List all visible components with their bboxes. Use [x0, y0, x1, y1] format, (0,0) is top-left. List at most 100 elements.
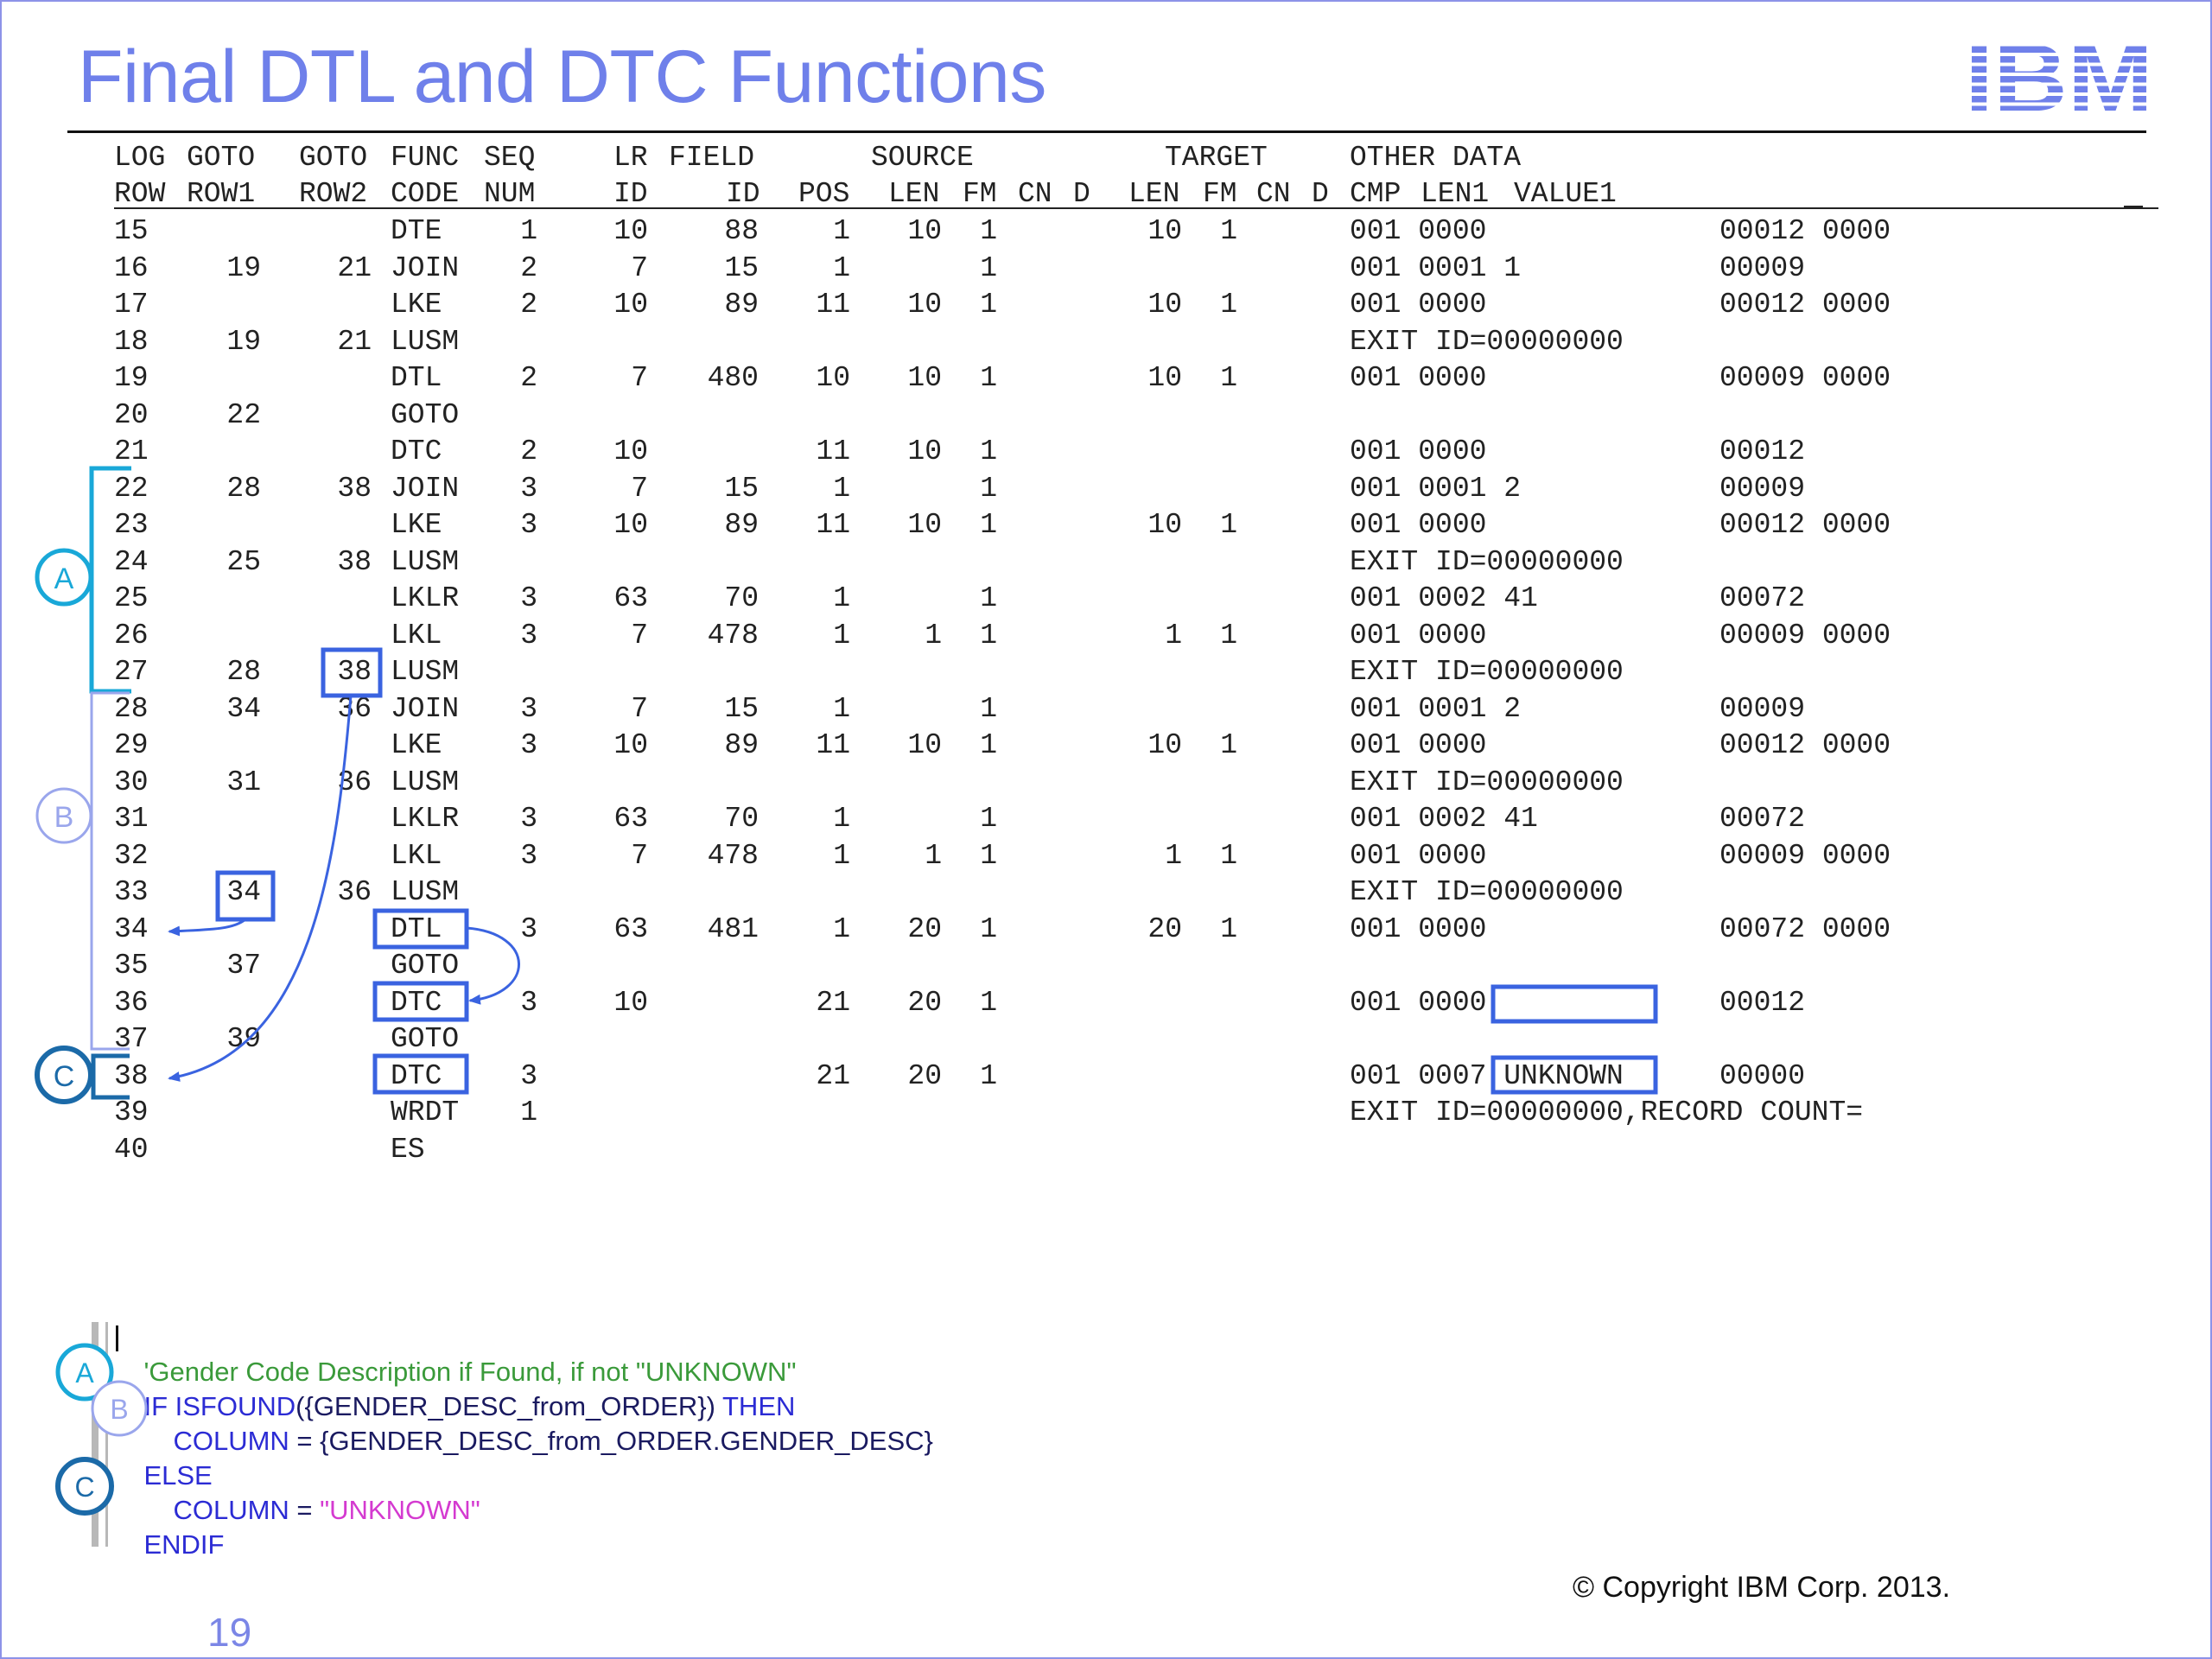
cell-other-data: 001 0000 — [1350, 619, 1487, 652]
cell-func-code: LUSM — [391, 766, 460, 798]
cell-goto-row2: 38 — [337, 545, 372, 578]
cell-other-data: 001 0000 — [1350, 986, 1487, 1019]
cell-func-code: GOTO — [391, 950, 460, 982]
slide-title: Final DTL and DTC Functions — [78, 35, 1046, 118]
cell-other-data: 001 0002 41 — [1350, 582, 1538, 614]
cell-src-fm: 1 — [980, 251, 997, 284]
cell-func-code: LUSM — [391, 656, 460, 688]
hdr-goto1: GOTO — [187, 142, 256, 174]
code-column-expr: = {GENDER_DESC_from_ORDER.GENDER_DESC} — [296, 1426, 933, 1456]
cell-other-data: 001 0002 41 — [1350, 803, 1538, 835]
cell-other-data: 001 0000 — [1350, 215, 1487, 247]
cell-other-data: 001 0000 — [1350, 435, 1487, 467]
table-row: 34 DTL 3 63 481 1 20 1 20 1 001 0000 00072 0000 — [0, 912, 2212, 948]
cell-other-tail: 00009 — [1719, 692, 1806, 725]
cell-tgt-fm: 1 — [1220, 362, 1237, 394]
cell-src-fm: 1 — [980, 472, 997, 505]
hdr-target: TARGET — [1165, 142, 1268, 174]
cell-goto-row2: 38 — [337, 472, 372, 505]
header-underline — [114, 207, 2158, 209]
cell-func-code: LUSM — [391, 876, 460, 908]
table-row: 33 34 36 LUSM EXIT ID=00000000 — [0, 874, 2212, 911]
title-divider — [67, 130, 2146, 133]
cell-log-row: 36 — [114, 986, 149, 1019]
page-number: 19 — [207, 1610, 252, 1655]
cell-other-tail: 00072 — [1719, 582, 1806, 614]
header-line-1: LOG GOTO GOTO FUNC SEQ LR FIELD SOURCE T… — [0, 140, 2212, 176]
cell-goto-row1: 22 — [226, 398, 261, 431]
text-cursor — [116, 1325, 118, 1351]
cell-other-data: 001 0000 — [1350, 289, 1487, 321]
cell-log-row: 19 — [114, 362, 149, 394]
cell-log-row: 32 — [114, 839, 149, 872]
cell-src-fm: 1 — [980, 839, 997, 872]
cell-func-code: LUSM — [391, 325, 460, 358]
logic-text-code: 'Gender Code Description if Found, if no… — [114, 1320, 932, 1562]
cell-func-code: GOTO — [391, 1023, 460, 1055]
table-row: 24 25 38 LUSM EXIT ID=00000000 — [0, 544, 2212, 581]
table-row: 22 28 38 JOIN 3 7 15 1 1 001 0001 2 00009 — [0, 471, 2212, 507]
cell-log-row: 40 — [114, 1133, 149, 1166]
cell-src-fm: 1 — [980, 289, 997, 321]
cell-other-tail: 00009 0000 — [1719, 839, 1891, 872]
cell-other-tail: 00012 — [1719, 986, 1806, 1019]
cell-src-fm: 1 — [980, 692, 997, 725]
cell-tgt-fm: 1 — [1220, 729, 1237, 761]
cell-tgt-fm: 1 — [1220, 215, 1237, 247]
cell-log-row: 39 — [114, 1096, 149, 1128]
table-row: 36 DTC 3 10 21 20 1 001 0000 00012 — [0, 985, 2212, 1021]
cell-other-tail: 00009 — [1719, 251, 1806, 284]
hdr-goto2: GOTO — [299, 142, 368, 174]
table-row: 17 LKE 2 10 89 11 10 1 10 1 001 0000 00012 0000 — [0, 287, 2212, 323]
table-row: 23 LKE 3 10 89 11 10 1 10 1 001 0000 00012 0000 — [0, 507, 2212, 543]
table-row: 40 ES — [0, 1132, 2212, 1168]
table-row: 21 DTC 2 10 11 10 1 001 0000 00012 — [0, 434, 2212, 470]
cell-log-row: 25 — [114, 582, 149, 614]
cell-goto-row2: 21 — [337, 325, 372, 358]
cell-src-fm: 1 — [980, 1059, 997, 1092]
table-row: 20 22 GOTO — [0, 397, 2212, 434]
hdr-other-data: OTHER DATA — [1350, 142, 1522, 174]
table-row: 28 34 36 JOIN 3 7 15 1 1 001 0001 2 00009 — [0, 691, 2212, 728]
cell-goto-row2: 36 — [337, 876, 372, 908]
cell-other-data: 001 0000 — [1350, 912, 1487, 945]
cell-tgt-fm: 1 — [1220, 619, 1237, 652]
hdr-func: FUNC — [391, 142, 460, 174]
cell-other-data: 001 0001 2 — [1350, 692, 1522, 725]
cell-other-data: 001 0000 — [1350, 729, 1487, 761]
cell-log-row: 15 — [114, 215, 149, 247]
cell-src-fm: 1 — [980, 912, 997, 945]
cell-other-data: EXIT ID=00000000 — [1350, 766, 1624, 798]
cell-other-data: 001 0000 — [1350, 509, 1487, 541]
copyright-notice: © Copyright IBM Corp. 2013. — [1573, 1571, 1951, 1604]
cell-other-tail: 00000 — [1719, 1059, 1806, 1092]
editor-gutter — [92, 1322, 99, 1547]
table-row: 37 39 GOTO — [0, 1021, 2212, 1058]
hdr-lr: LR — [613, 142, 648, 174]
hdr-log: LOG — [114, 142, 166, 174]
cell-log-row: 34 — [114, 912, 149, 945]
cell-func-code: LUSM — [391, 545, 460, 578]
cell-seq-num: 1 — [520, 1096, 537, 1128]
table-row: 35 37 GOTO — [0, 948, 2212, 984]
editor-gutter-line — [105, 1322, 108, 1547]
cell-other-data: 001 0000 — [1350, 362, 1487, 394]
cell-goto-row2: 36 — [337, 692, 372, 725]
cell-log-row: 17 — [114, 289, 149, 321]
code-column2-eq: = — [296, 1495, 313, 1525]
hdr-seq: SEQ — [484, 142, 536, 174]
cell-other-data: EXIT ID=00000000 — [1350, 325, 1624, 358]
cell-other-data: 001 0000 — [1350, 839, 1487, 872]
cell-goto-row2: 21 — [337, 251, 372, 284]
cell-other-data: EXIT ID=00000000 — [1350, 656, 1624, 688]
cell-other-data: 001 0007 UNKNOWN — [1350, 1059, 1624, 1092]
cell-goto-row2: 36 — [337, 766, 372, 798]
cell-lr-id: 10 — [613, 986, 648, 1019]
table-row: 29 LKE 3 10 89 11 10 1 10 1 001 0000 00012 0000 — [0, 728, 2212, 764]
cell-log-row: 38 — [114, 1059, 149, 1092]
cell-other-tail: 00072 0000 — [1719, 912, 1891, 945]
cell-src-fm: 1 — [980, 435, 997, 467]
cell-other-tail: 00009 — [1719, 472, 1806, 505]
cell-other-tail: 00012 0000 — [1719, 289, 1891, 321]
cell-log-row: 29 — [114, 729, 149, 761]
